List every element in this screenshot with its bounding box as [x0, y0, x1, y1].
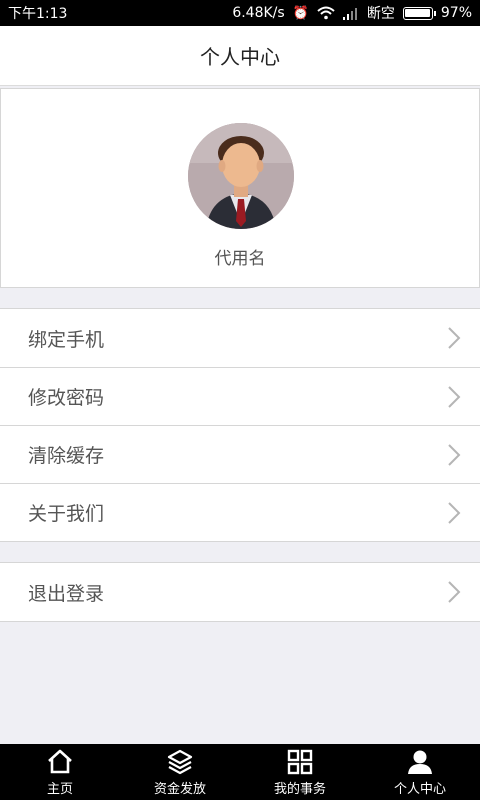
menu-item-clear-cache[interactable]: 清除缓存: [0, 425, 480, 483]
network-status: 断空: [366, 6, 395, 22]
alarm-icon: ⏰: [292, 5, 309, 21]
chevron-right-icon: [448, 501, 461, 524]
network-speed: 6.48K/s: [232, 5, 285, 21]
menu-item-bind-phone[interactable]: 绑定手机: [0, 309, 480, 367]
avatar-image: [188, 123, 294, 229]
logout-group: 退出登录: [0, 562, 480, 622]
menu-item-label: 关于我们: [28, 503, 105, 525]
username: 代用名: [214, 249, 266, 269]
menu-item-label: 清除缓存: [28, 445, 105, 467]
nav-item-profile[interactable]: 个人中心: [360, 744, 480, 800]
chevron-right-icon: [448, 581, 461, 603]
battery-icon: [402, 6, 436, 20]
status-indicators: 6.48K/s ⏰ 断空 97%: [232, 3, 472, 23]
logout-button[interactable]: 退出登录: [0, 563, 480, 621]
menu-item-change-password[interactable]: 修改密码: [0, 367, 480, 425]
nav-item-home[interactable]: 主页: [0, 744, 120, 800]
menu-item-label: 绑定手机: [28, 328, 105, 351]
battery-fill: [405, 9, 430, 17]
menu-item-about-us[interactable]: 关于我们: [0, 483, 480, 541]
user-icon: [408, 750, 432, 774]
chevron-right-icon: [448, 385, 461, 408]
wifi-icon: [317, 6, 335, 20]
logout-label: 退出登录: [28, 582, 105, 605]
avatar[interactable]: [188, 123, 294, 229]
nav-label: 个人中心: [393, 781, 446, 797]
home-icon: [48, 749, 72, 773]
profile-card: 代用名: [0, 88, 480, 288]
page-title: 个人中心: [200, 45, 280, 69]
chevron-right-icon: [448, 443, 461, 466]
chevron-right-icon: [448, 327, 461, 349]
settings-menu: 绑定手机 修改密码 清除缓存 关于我们: [0, 308, 480, 542]
nav-label: 资金发放: [153, 781, 206, 797]
status-time: 下午1:13: [8, 6, 68, 22]
status-bar: 下午1:13 6.48K/s ⏰ 断空 97%: [0, 0, 480, 26]
nav-label: 主页: [46, 781, 73, 797]
screen: 下午1:13 6.48K/s ⏰ 断空 97% 个人中心 代用名 绑定手机 修改…: [0, 0, 480, 800]
signal-icon: [342, 7, 357, 20]
title-bar: 个人中心: [0, 26, 480, 86]
nav-label: 我的事务: [273, 781, 326, 797]
nav-item-funds[interactable]: 资金发放: [120, 744, 240, 800]
layers-icon: [167, 749, 193, 774]
menu-item-label: 修改密码: [28, 387, 105, 409]
grid-icon: [287, 749, 313, 774]
bottom-nav: 主页 资金发放 我的事务 个人中心: [0, 744, 480, 800]
battery-percent: 97%: [440, 5, 472, 21]
nav-item-my-affairs[interactable]: 我的事务: [240, 744, 360, 800]
